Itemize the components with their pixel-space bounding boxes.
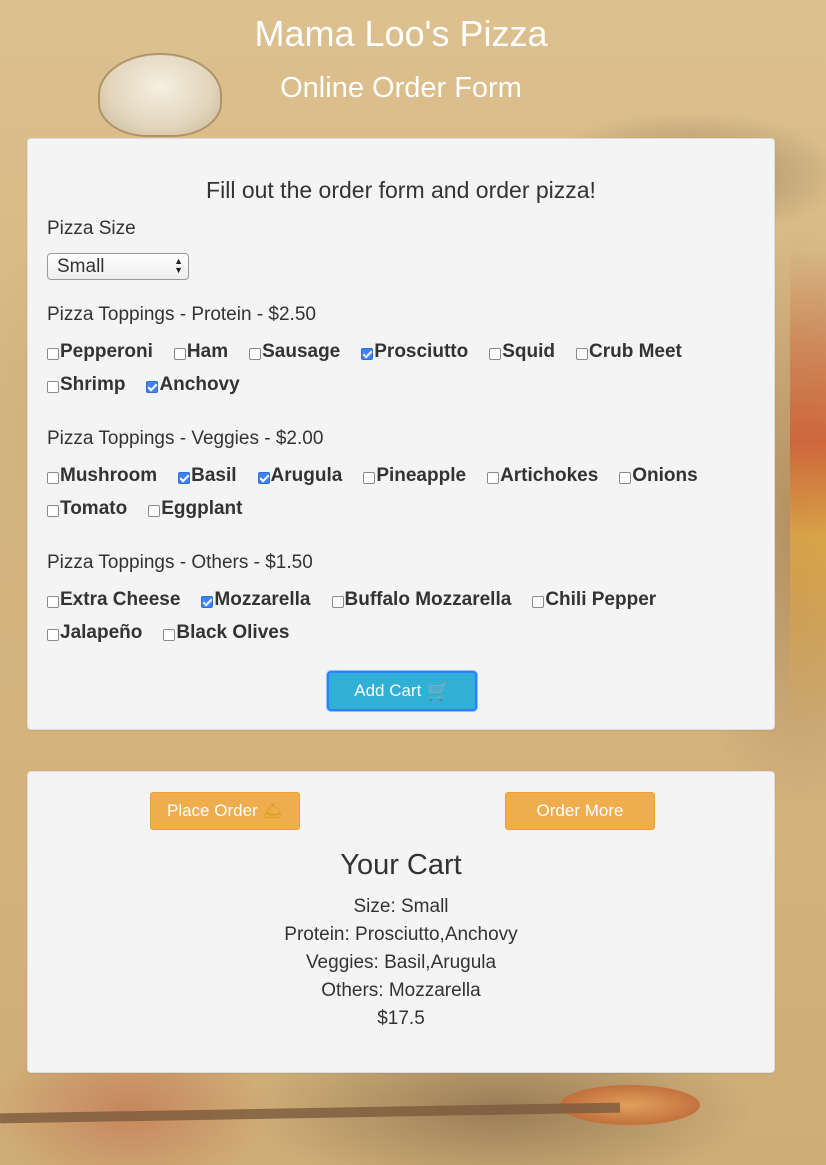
others-toppings-label: Pizza Toppings - Others - $1.50 xyxy=(47,552,313,573)
checkbox[interactable] xyxy=(363,472,376,484)
topping-option-pineapple[interactable]: Pineapple xyxy=(363,465,466,487)
topping-label: Anchovy xyxy=(159,374,240,395)
topping-option-crub-meet[interactable]: Crub Meet xyxy=(575,341,682,363)
checkbox[interactable] xyxy=(47,505,59,517)
topping-option-tomato[interactable]: Tomato xyxy=(47,498,127,520)
topping-option-pepperoni[interactable]: Pepperoni xyxy=(47,341,153,363)
cart-veggies-line: Veggies: Basil,Arugula xyxy=(305,952,497,973)
checkbox-checked[interactable] xyxy=(257,472,270,484)
topping-label: Jalapeño xyxy=(60,622,143,643)
site-subtitle: Online Order Form xyxy=(280,72,522,104)
order-form-panel: Fill out the order form and order pizza!… xyxy=(27,138,775,730)
topping-option-buffalo-mozzarella[interactable]: Buffalo Mozzarella xyxy=(331,589,512,611)
topping-label: Pepperoni xyxy=(60,341,153,362)
protein-options-row-1: Pepperoni Ham Sausage Prosciutto Squid C… xyxy=(47,341,703,363)
topping-label: Artichokes xyxy=(500,465,599,486)
bell-icon: 🛎 xyxy=(262,803,283,820)
checkbox[interactable] xyxy=(619,472,632,484)
checkbox[interactable] xyxy=(487,472,500,484)
topping-option-squid[interactable]: Squid xyxy=(489,341,555,363)
checkbox[interactable] xyxy=(489,348,502,360)
topping-label: Mozzarella xyxy=(214,589,311,610)
checkbox[interactable] xyxy=(47,348,59,360)
topping-option-jalapeno[interactable]: Jalapeño xyxy=(47,622,142,644)
checkbox[interactable] xyxy=(47,381,59,393)
order-more-label: Order More xyxy=(536,801,624,820)
topping-option-prosciutto[interactable]: Prosciutto xyxy=(361,341,468,363)
topping-label: Basil xyxy=(191,465,237,486)
pizza-size-label: Pizza Size xyxy=(47,218,136,239)
topping-label: Arugula xyxy=(270,465,343,486)
topping-label: Ham xyxy=(186,341,229,362)
place-order-label: Place Order xyxy=(166,801,258,820)
checkbox[interactable] xyxy=(47,472,59,484)
cart-title: Your Cart xyxy=(340,849,462,881)
topping-label: Prosciutto xyxy=(374,341,469,362)
topping-option-onions[interactable]: Onions xyxy=(619,465,698,487)
cart-size-line: Size: Small xyxy=(353,896,449,917)
checkbox[interactable] xyxy=(163,629,176,641)
checkbox[interactable] xyxy=(331,596,344,608)
checkbox-checked[interactable] xyxy=(178,472,191,484)
topping-label: Black Olives xyxy=(176,622,290,643)
topping-option-black-olives[interactable]: Black Olives xyxy=(163,622,289,644)
topping-label: Buffalo Mozzarella xyxy=(344,589,512,610)
others-options-row-2: Jalapeño Black Olives xyxy=(47,622,310,644)
place-order-button[interactable]: Place Order 🛎 xyxy=(150,792,300,830)
topping-option-mozzarella[interactable]: Mozzarella xyxy=(201,589,311,611)
pizza-size-selected-value: Small xyxy=(57,256,105,277)
topping-label: Sausage xyxy=(262,341,341,362)
pizza-size-select[interactable]: Small ▲ ▼ xyxy=(47,253,189,280)
topping-label: Shrimp xyxy=(60,374,126,395)
topping-label: Pineapple xyxy=(376,465,467,486)
oven-flames-illustration xyxy=(790,250,826,730)
select-arrows-icon: ▲ ▼ xyxy=(174,256,183,275)
checkbox-checked[interactable] xyxy=(361,348,374,360)
veggie-options-row-1: Mushroom Basil Arugula Pineapple Articho… xyxy=(47,465,719,487)
order-more-button[interactable]: Order More xyxy=(505,792,655,830)
topping-option-extra-cheese[interactable]: Extra Cheese xyxy=(47,589,180,611)
topping-option-sausage[interactable]: Sausage xyxy=(249,341,340,363)
form-heading: Fill out the order form and order pizza! xyxy=(206,177,596,203)
topping-label: Chili Pepper xyxy=(545,589,657,610)
topping-label: Tomato xyxy=(60,498,128,519)
topping-label: Squid xyxy=(502,341,555,362)
checkbox[interactable] xyxy=(148,505,161,517)
veggie-options-row-2: Tomato Eggplant xyxy=(47,498,263,520)
topping-option-arugula[interactable]: Arugula xyxy=(257,465,343,487)
add-cart-label: Add Cart xyxy=(354,681,422,700)
cart-protein-line: Protein: Prosciutto,Anchovy xyxy=(284,924,518,945)
checkbox[interactable] xyxy=(532,596,545,608)
add-cart-button[interactable]: Add Cart 🛒 xyxy=(327,671,477,711)
topping-option-ham[interactable]: Ham xyxy=(173,341,229,363)
checkbox[interactable] xyxy=(173,348,186,360)
topping-option-eggplant[interactable]: Eggplant xyxy=(148,498,242,520)
shopping-cart-icon: 🛒 xyxy=(427,680,450,701)
site-title: Mama Loo's Pizza xyxy=(254,13,548,54)
topping-option-shrimp[interactable]: Shrimp xyxy=(47,374,125,396)
cart-total: $17.5 xyxy=(377,1008,425,1029)
checkbox-checked[interactable] xyxy=(146,381,159,393)
topping-option-mushroom[interactable]: Mushroom xyxy=(47,465,157,487)
others-options-row-1: Extra Cheese Mozzarella Buffalo Mozzarel… xyxy=(47,589,677,611)
topping-option-anchovy[interactable]: Anchovy xyxy=(146,374,240,396)
checkbox-checked[interactable] xyxy=(201,596,214,608)
checkbox[interactable] xyxy=(47,629,59,641)
checkbox[interactable] xyxy=(249,348,262,360)
protein-options-row-2: Shrimp Anchovy xyxy=(47,374,261,396)
topping-label: Mushroom xyxy=(60,465,158,486)
topping-option-basil[interactable]: Basil xyxy=(178,465,237,487)
cart-others-line: Others: Mozzarella xyxy=(321,980,481,1001)
cart-panel: Place Order 🛎 Order More Your Cart Size:… xyxy=(27,771,775,1073)
topping-label: Onions xyxy=(632,465,698,486)
checkbox[interactable] xyxy=(575,348,588,360)
topping-label: Eggplant xyxy=(161,498,243,519)
topping-option-chili-pepper[interactable]: Chili Pepper xyxy=(532,589,656,611)
topping-option-artichokes[interactable]: Artichokes xyxy=(487,465,598,487)
veggie-toppings-label: Pizza Toppings - Veggies - $2.00 xyxy=(47,428,324,449)
topping-label: Crub Meet xyxy=(588,341,682,362)
topping-label: Extra Cheese xyxy=(60,589,181,610)
protein-toppings-label: Pizza Toppings - Protein - $2.50 xyxy=(47,304,316,325)
checkbox[interactable] xyxy=(47,596,59,608)
